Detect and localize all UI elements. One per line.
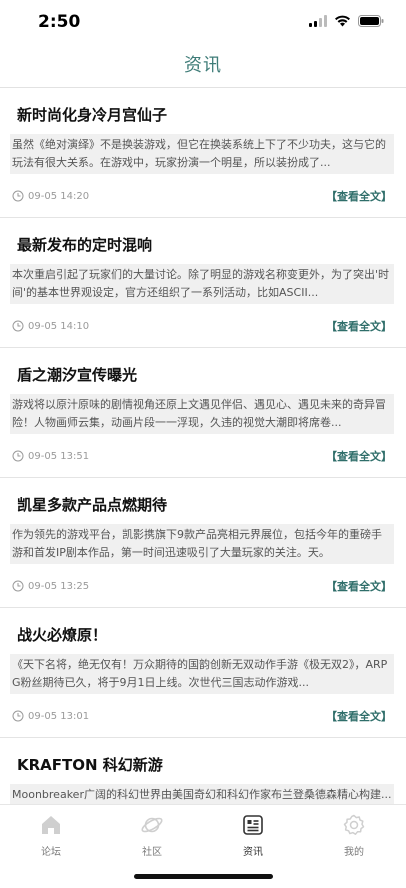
news-icon (243, 815, 263, 835)
tab-forum[interactable]: 论坛 (11, 813, 91, 858)
news-meta: 09-05 14:10 (12, 320, 89, 332)
tab-label: 我的 (344, 847, 364, 858)
clock-icon (12, 190, 24, 202)
news-time: 09-05 13:01 (28, 710, 90, 722)
news-time: 09-05 13:25 (28, 580, 90, 592)
news-time: 09-05 14:20 (28, 190, 90, 202)
news-title[interactable]: 凯星多款产品点燃期待 (17, 494, 167, 515)
news-title[interactable]: 新时尚化身冷月宫仙子 (17, 104, 167, 125)
news-card[interactable]: 战火必燎原！ 《天下名将，绝无仅有！万众期待的国韵创新无双动作手游《极无双2》，… (0, 608, 406, 738)
nav-bar: 资讯 (0, 44, 406, 88)
news-time: 09-05 13:51 (28, 450, 90, 462)
tab-news[interactable]: 资讯 (213, 813, 293, 858)
news-title[interactable]: 战火必燎原！ (17, 624, 107, 645)
news-title[interactable]: KRAFTON 科幻新游 (17, 754, 163, 775)
news-summary: Moonbreaker广阔的科幻世界由美国奇幻和科幻作家布兰登桑德森精心构建..… (10, 784, 394, 804)
tab-label: 资讯 (243, 847, 263, 858)
read-more-link[interactable]: 【查看全文】 (326, 708, 392, 724)
news-title[interactable]: 最新发布的定时混响 (17, 234, 152, 255)
tab-label: 社区 (142, 847, 162, 858)
news-title[interactable]: 盾之潮汐宣传曝光 (17, 364, 137, 385)
news-card[interactable]: 盾之潮汐宣传曝光 游戏将以原汁原味的剧情视角还原上文遇见伴侣、遇见心、遇见未来的… (0, 348, 406, 478)
tab-label: 论坛 (41, 847, 61, 858)
news-summary: 游戏将以原汁原味的剧情视角还原上文遇见伴侣、遇见心、遇见未来的奇异冒险！人物画师… (10, 394, 394, 434)
read-more-link[interactable]: 【查看全文】 (326, 578, 392, 594)
news-feed[interactable]: 新时尚化身冷月宫仙子 虽然《绝对演绎》不是换装游戏，但它在换装系统上下了不少功夫… (0, 88, 406, 804)
news-summary: 本次重启引起了玩家们的大量讨论。除了明显的游戏名称变更外，为了突出'时间'的基本… (10, 264, 394, 304)
news-meta: 09-05 14:20 (12, 190, 89, 202)
planet-icon (141, 817, 163, 833)
news-meta: 09-05 13:51 (12, 450, 89, 462)
tab-mine[interactable]: 我的 (314, 813, 394, 858)
signal-icon (309, 15, 327, 27)
tab-community[interactable]: 社区 (112, 813, 192, 858)
news-card[interactable]: 凯星多款产品点燃期待 作为领先的游戏平台，凯影携旗下9款产品亮相元界展位，包括今… (0, 478, 406, 608)
news-card[interactable]: KRAFTON 科幻新游 Moonbreaker广阔的科幻世界由美国奇幻和科幻作… (0, 738, 406, 804)
news-card[interactable]: 最新发布的定时混响 本次重启引起了玩家们的大量讨论。除了明显的游戏名称变更外，为… (0, 218, 406, 348)
status-icons (309, 15, 384, 27)
forum-icon (42, 816, 60, 834)
read-more-link[interactable]: 【查看全文】 (326, 188, 392, 204)
news-time: 09-05 14:10 (28, 320, 90, 332)
news-meta: 09-05 13:01 (12, 710, 89, 722)
news-meta: 09-05 13:25 (12, 580, 89, 592)
battery-icon (358, 15, 384, 27)
news-card[interactable]: 新时尚化身冷月宫仙子 虽然《绝对演绎》不是换装游戏，但它在换装系统上下了不少功夫… (0, 88, 406, 218)
read-more-link[interactable]: 【查看全文】 (326, 318, 392, 334)
read-more-link[interactable]: 【查看全文】 (326, 448, 392, 464)
news-summary: 《天下名将，绝无仅有！万众期待的国韵创新无双动作手游《极无双2》，ARPG粉丝期… (10, 654, 394, 694)
gear-icon (343, 814, 365, 835)
status-time: 2:50 (38, 12, 81, 32)
clock-icon (12, 710, 24, 722)
status-bar: 2:50 (0, 0, 406, 44)
clock-icon (12, 580, 24, 592)
wifi-icon (335, 15, 350, 27)
clock-icon (12, 450, 24, 462)
page-title: 资讯 (184, 55, 222, 76)
news-summary: 作为领先的游戏平台，凯影携旗下9款产品亮相元界展位，包括今年的重磅手游和首发IP… (10, 524, 394, 564)
news-summary: 虽然《绝对演绎》不是换装游戏，但它在换装系统上下了不少功夫，这与它的玩法有很大关… (10, 134, 394, 174)
clock-icon (12, 320, 24, 332)
home-indicator[interactable] (134, 874, 273, 879)
